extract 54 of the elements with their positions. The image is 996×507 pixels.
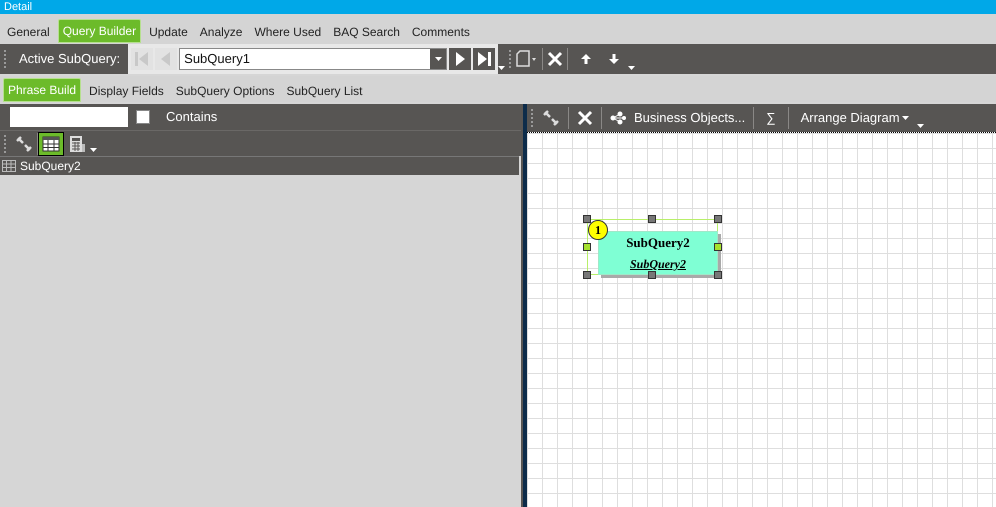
node-alias: SubQuery2 [630, 256, 686, 273]
window-title: Detail [4, 1, 32, 13]
sum-button[interactable]: ∑ [758, 108, 784, 128]
active-subquery-label: Active SubQuery: [18, 50, 122, 68]
tab[interactable]: Display Fields [85, 80, 168, 102]
grip-handle[interactable] [4, 50, 7, 68]
node-title: SubQuery2 [626, 234, 690, 252]
resize-handle[interactable] [648, 271, 656, 279]
calculator-icon [68, 134, 86, 152]
up-arrow-icon[interactable] [580, 53, 592, 65]
resize-handle[interactable] [714, 271, 722, 279]
overflow-arrow-icon[interactable] [498, 66, 506, 70]
overflow-arrow-icon[interactable] [628, 66, 636, 70]
overflow-arrow-icon[interactable] [90, 148, 97, 152]
tab[interactable]: Where Used [250, 21, 326, 43]
close-icon[interactable] [577, 110, 593, 126]
tab[interactable]: BAQ Search [329, 21, 404, 43]
contains-label: Contains [166, 108, 218, 126]
overflow-arrow-icon[interactable] [916, 124, 924, 128]
close-icon[interactable] [547, 51, 564, 67]
grip-handle[interactable] [531, 109, 534, 127]
table-icon [42, 136, 60, 152]
search-field[interactable] [10, 107, 128, 127]
subquery-dropdown[interactable]: SubQuery1 [179, 48, 448, 70]
table-view-button[interactable] [38, 132, 64, 156]
resize-handle[interactable] [583, 243, 591, 251]
resize-handle[interactable] [714, 215, 722, 223]
node-number-badge: 1 [588, 220, 608, 240]
arrange-diagram-button[interactable]: Arrange Diagram [792, 108, 917, 128]
tab[interactable]: Comments [408, 21, 474, 43]
tab[interactable]: Analyze [196, 21, 246, 43]
down-arrow-icon[interactable] [608, 53, 620, 65]
caret-icon[interactable] [434, 57, 442, 61]
business-objects-button[interactable]: Business Objects... [606, 108, 750, 128]
tab[interactable]: General [3, 21, 54, 43]
last-record-button[interactable] [473, 48, 496, 70]
next-record-button[interactable] [449, 48, 472, 70]
table-icon [2, 160, 16, 172]
grip-handle[interactable] [509, 50, 512, 68]
nodes-icon [610, 111, 626, 125]
dropdown-button[interactable] [430, 49, 446, 69]
resize-handle[interactable] [583, 271, 591, 279]
resize-handle[interactable] [714, 243, 722, 251]
link-icon[interactable] [542, 109, 560, 127]
new-document-icon[interactable] [516, 50, 538, 68]
tab[interactable]: Update [145, 21, 192, 43]
grip-handle[interactable] [4, 134, 7, 152]
resize-handle[interactable] [583, 215, 591, 223]
link-icon [15, 134, 33, 152]
tab[interactable]: SubQuery Options [172, 80, 278, 102]
contains-checkbox[interactable] [136, 110, 150, 124]
tab[interactable]: SubQuery List [282, 80, 367, 102]
resize-handle[interactable] [648, 215, 656, 223]
caret-icon[interactable] [902, 116, 909, 120]
